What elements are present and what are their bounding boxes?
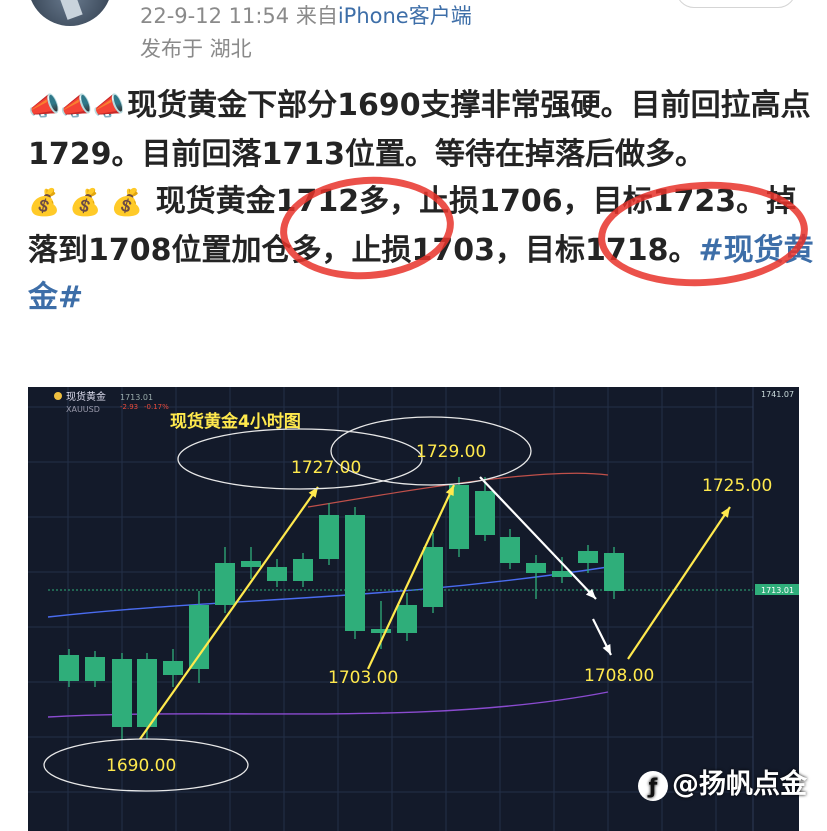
chart-change: -2.93 [120,403,138,411]
label-1703: 1703.00 [328,668,398,688]
chart-change-pct: -0.17% [144,403,169,411]
chart-current-price: 1713.01 [761,586,794,595]
label-1727: 1727.00 [291,458,361,478]
candle-body [267,567,287,581]
from-label: 来自 [295,4,338,28]
chart-last: 1713.01 [120,393,153,402]
candle-body [241,561,261,567]
paragraph-2: 💰 💰 💰 现货黄金1712多，止损1706，目标1723。掉落到1708位置加… [28,178,818,321]
candle-body [59,655,79,681]
candle-body [293,559,313,581]
candle-body [397,605,417,633]
post-location: 发布于 湖北 [140,37,252,61]
money-bag-icon: 💰 💰 💰 [28,188,144,218]
watermark-text: @扬帆点金 [672,769,807,800]
post-body: 📣📣📣现货黄金下部分1690支撑非常强硬。目前回拉高点1729。目前回落1713… [28,82,818,321]
label-1729: 1729.00 [416,442,486,462]
candle-body [215,563,235,605]
candle-body [137,659,157,727]
paragraph-2-text: 现货黄金1712多，止损1706，目标1723。掉落到1708位置加仓多，止损1… [28,184,797,268]
watermark: ƒ @扬帆点金 [638,762,807,801]
candle-body [578,551,598,563]
paragraph-1-text: 现货黄金下部分1690支撑非常强硬。目前回拉高点1729。目前回落1713位置。… [28,88,811,172]
candle-body [319,515,339,559]
post-meta: 22-9-12 11:54 来自iPhone客户端 [140,0,472,30]
label-1708: 1708.00 [584,666,654,686]
chart-symbol: 现货黄金 [66,390,106,403]
chart-top-price: 1741.07 [761,390,794,399]
candle-body [500,537,520,563]
candle-body [189,605,209,669]
label-1725: 1725.00 [702,476,772,496]
candle-body [112,659,132,727]
candle-body [475,491,495,535]
candle-body [604,553,624,591]
weibo-icon: ƒ [638,770,668,801]
candle-body [526,563,546,573]
candle-body [85,657,105,681]
follow-button[interactable] [676,0,796,8]
candle-body [423,547,443,607]
candle-body [163,661,183,675]
megaphone-icon: 📣📣📣 [28,92,126,122]
source-link[interactable]: iPhone客户端 [338,4,472,28]
label-1690: 1690.00 [106,756,176,776]
chart-title: 现货黄金4小时图 [170,411,301,432]
candle-body [371,629,391,633]
paragraph-1: 📣📣📣现货黄金下部分1690支撑非常强硬。目前回拉高点1729。目前回落1713… [28,82,818,178]
chart-ticker: XAUUSD [66,405,100,414]
candle-body [345,515,365,631]
post-time: 22-9-12 11:54 [140,4,290,28]
avatar[interactable] [28,0,112,26]
